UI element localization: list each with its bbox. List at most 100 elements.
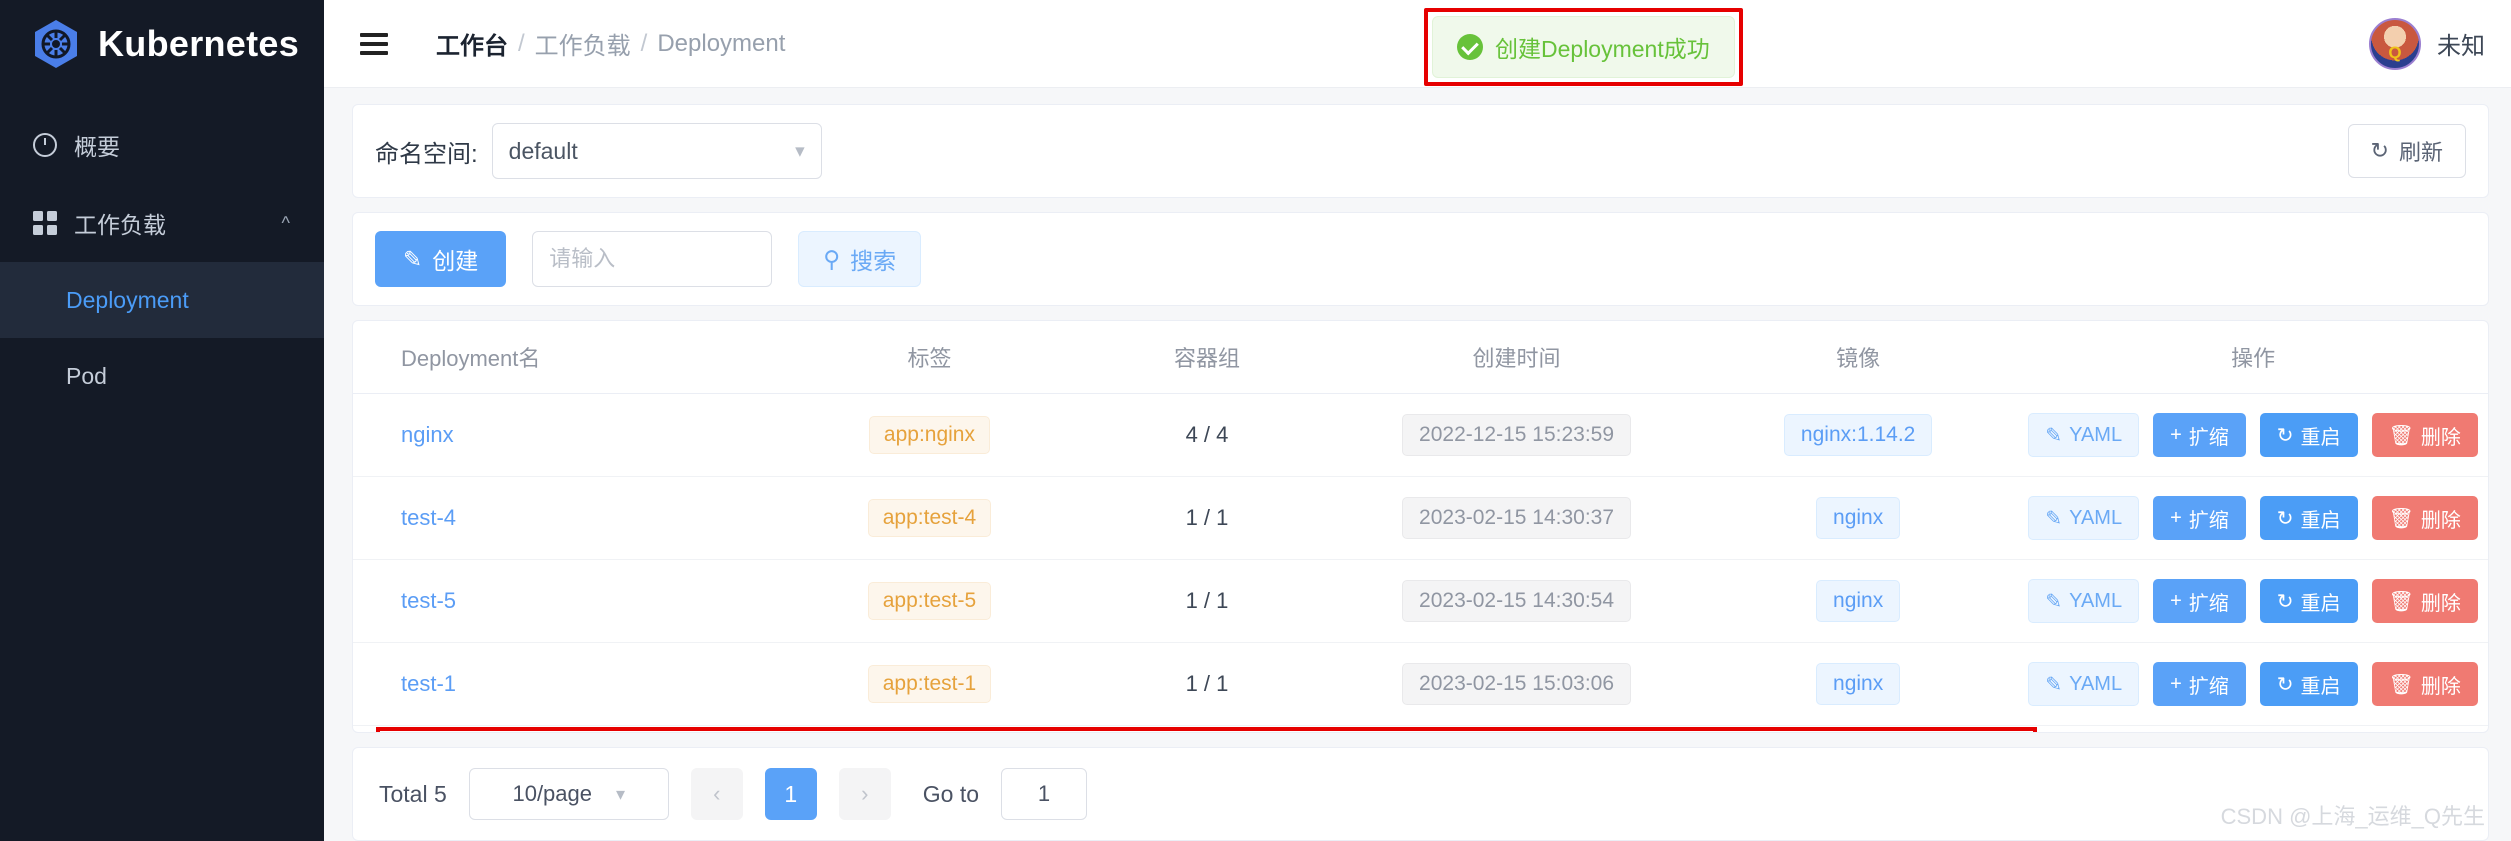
cell-actions: ✎ YAML + 扩缩 ↻ 重启 🗑 删除	[2018, 642, 2488, 726]
sidebar-nav: 概要 工作负载 ^ Deployment Pod	[0, 106, 324, 414]
toast-body: 创建Deployment成功	[1432, 16, 1735, 78]
image-tag: nginx	[1816, 663, 1901, 705]
column-header-image: 镜像	[1698, 321, 2019, 394]
breadcrumb-item-workbench[interactable]: 工作台	[436, 26, 508, 61]
cell-labels: app:tomcatproject:ehelp	[780, 725, 1079, 732]
restart-icon: ↻	[2276, 507, 2294, 530]
restart-button[interactable]: ↻ 重启	[2259, 662, 2358, 706]
sidebar-item-workloads[interactable]: 工作负载 ^	[0, 184, 324, 262]
namespace-bar: 命名空间: default ▾ ↻ 刷新	[352, 104, 2489, 198]
yaml-button[interactable]: ✎ YAML	[2028, 413, 2140, 457]
yaml-button[interactable]: ✎ YAML	[2028, 579, 2140, 623]
row-actions: ✎ YAML + 扩缩 ↻ 重启 🗑 删除	[2018, 496, 2488, 540]
deployment-name-link[interactable]: test-4	[401, 505, 456, 530]
search-label: 搜索	[850, 248, 897, 274]
namespace-label: 命名空间:	[375, 140, 478, 168]
yaml-button[interactable]: ✎ YAML	[2028, 662, 2140, 706]
cell-deployment-name: test-6	[353, 725, 780, 732]
brand[interactable]: Kubernetes	[0, 0, 324, 88]
total-count: Total 5	[379, 780, 447, 807]
breadcrumb-separator: /	[518, 29, 525, 57]
label-tag: app:nginx	[868, 416, 990, 454]
scale-button[interactable]: + 扩缩	[2153, 579, 2246, 623]
cell-pods: 1 / 1	[1078, 559, 1336, 643]
delete-button-label: 删除	[2420, 426, 2461, 449]
sidebar-item-label: 概要	[74, 134, 120, 160]
image-tag: nginx	[1816, 497, 1901, 539]
yaml-button-label: YAML	[2069, 423, 2123, 446]
yaml-button[interactable]: ✎ YAML	[2028, 496, 2140, 540]
cell-pods: 4 / 4	[1078, 393, 1336, 477]
label-tag: app:test-4	[867, 499, 992, 537]
row-actions: ✎ YAML + 扩缩 ↻ 重启 🗑 删除	[2018, 662, 2488, 706]
search-input[interactable]	[532, 231, 773, 287]
yaml-icon: ✎	[2045, 424, 2063, 447]
restart-button-label: 重启	[2300, 592, 2341, 615]
goto-input[interactable]	[1001, 768, 1088, 820]
delete-icon: 🗑	[2388, 590, 2414, 613]
yaml-icon: ✎	[2045, 507, 2063, 530]
create-button[interactable]: ✎ 创建	[375, 231, 507, 287]
cell-image: tomcat	[1698, 725, 2019, 732]
scale-icon: +	[2170, 672, 2182, 695]
main-area: 工作台 / 工作负载 / Deployment 创建Deployment成功 未…	[324, 0, 2511, 841]
sidebar-item-overview[interactable]: 概要	[0, 106, 324, 184]
restart-button-label: 重启	[2300, 675, 2341, 698]
restart-button[interactable]: ↻ 重启	[2259, 496, 2358, 540]
scale-button[interactable]: + 扩缩	[2153, 662, 2246, 706]
topbar: 工作台 / 工作负载 / Deployment 创建Deployment成功 未…	[324, 0, 2511, 88]
edit-icon: ✎	[403, 245, 423, 272]
cell-created: 2022-12-15 15:23:59	[1335, 393, 1699, 477]
breadcrumb-item-workloads[interactable]: 工作负载	[535, 26, 631, 61]
table-head: Deployment名 标签 容器组 创建时间 镜像 操作	[353, 321, 2488, 394]
scale-button[interactable]: + 扩缩	[2153, 496, 2246, 540]
prev-page-button[interactable]: ‹	[690, 768, 743, 820]
hamburger-icon[interactable]	[360, 27, 394, 61]
refresh-button[interactable]: ↻ 刷新	[2347, 124, 2466, 178]
delete-button[interactable]: 🗑 删除	[2371, 662, 2478, 706]
search-button[interactable]: ⚲ 搜索	[798, 231, 922, 287]
namespace-value: default	[508, 137, 578, 164]
column-header-pods: 容器组	[1078, 321, 1336, 394]
cell-labels: app:test-1	[780, 642, 1079, 726]
chevron-down-icon: ▾	[795, 140, 805, 162]
restart-button[interactable]: ↻ 重启	[2259, 413, 2358, 457]
next-page-button[interactable]: ›	[838, 768, 891, 820]
restart-button-label: 重启	[2300, 426, 2341, 449]
table-row: test-5 app:test-5 1 / 1 2023-02-15 14:30…	[353, 559, 2488, 643]
restart-button[interactable]: ↻ 重启	[2259, 579, 2358, 623]
page-size-select[interactable]: 10/page ▾	[468, 768, 669, 820]
deployment-name-link[interactable]: nginx	[401, 422, 454, 447]
content: 命名空间: default ▾ ↻ 刷新 ✎ 创建 ⚲	[324, 88, 2511, 841]
sidebar-item-deployment[interactable]: Deployment	[0, 262, 324, 338]
deployment-name-link[interactable]: test-5	[401, 588, 456, 613]
breadcrumb-item-deployment: Deployment	[657, 29, 786, 57]
sidebar-item-pod[interactable]: Pod	[0, 338, 324, 414]
cell-created: 2023-02-15 15:03:06	[1335, 642, 1699, 726]
cell-actions: ✎ YAML + 扩缩 ↻ 重启 🗑 删除	[2018, 725, 2488, 732]
scale-button-label: 扩缩	[2188, 675, 2229, 698]
delete-button-label: 删除	[2420, 675, 2461, 698]
namespace-select[interactable]: default ▾	[491, 123, 822, 179]
cell-created: 2023-02-15 14:30:37	[1335, 476, 1699, 560]
chevron-down-icon: ▾	[616, 783, 626, 804]
row-actions: ✎ YAML + 扩缩 ↻ 重启 🗑 删除	[2018, 413, 2488, 457]
cell-actions: ✎ YAML + 扩缩 ↻ 重启 🗑 删除	[2018, 393, 2488, 477]
table-row: test-4 app:test-4 1 / 1 2023-02-15 14:30…	[353, 476, 2488, 560]
delete-icon: 🗑	[2388, 424, 2414, 447]
deployment-name-link[interactable]: test-1	[401, 671, 456, 696]
delete-button[interactable]: 🗑 删除	[2371, 496, 2478, 540]
cell-labels: app:test-5	[780, 559, 1079, 643]
success-toast: 创建Deployment成功	[1424, 8, 1743, 86]
page-number-1[interactable]: 1	[764, 768, 817, 820]
scale-button-label: 扩缩	[2188, 426, 2229, 449]
scale-button-label: 扩缩	[2188, 592, 2229, 615]
scale-button[interactable]: + 扩缩	[2153, 413, 2246, 457]
goto-label: Go to	[922, 780, 980, 807]
cell-created: 2023-02-21 15:46:53	[1335, 725, 1699, 732]
cell-pods: 1 / 1	[1078, 476, 1336, 560]
delete-icon: 🗑	[2388, 673, 2414, 696]
delete-button[interactable]: 🗑 删除	[2371, 579, 2478, 623]
user-menu[interactable]: 未知	[2369, 17, 2485, 70]
delete-button[interactable]: 🗑 删除	[2371, 413, 2478, 457]
